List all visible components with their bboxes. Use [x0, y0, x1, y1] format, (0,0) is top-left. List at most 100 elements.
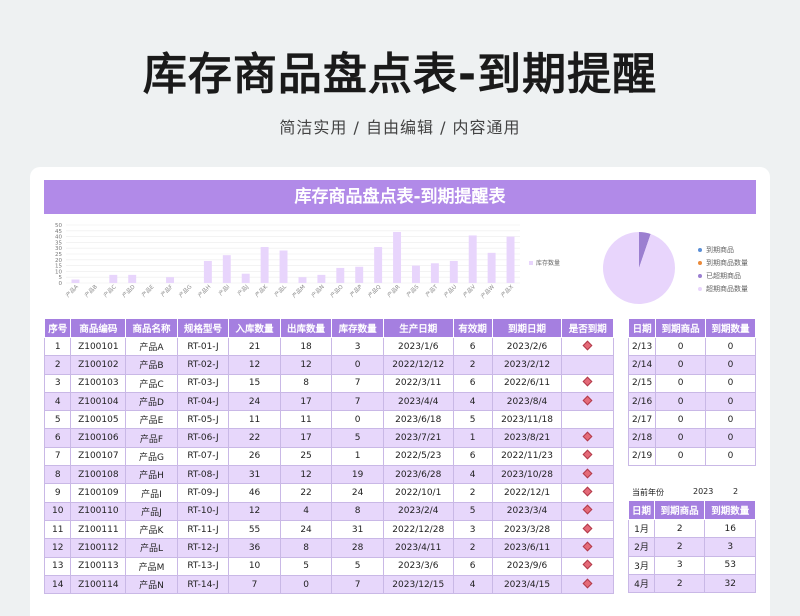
daily-cell: 2/15: [627, 373, 657, 393]
inventory-cell: 5: [43, 410, 72, 430]
inventory-cell: 产品E: [125, 410, 178, 430]
inventory-cell: 产品C: [125, 373, 178, 393]
inventory-cell: 2: [452, 538, 493, 558]
inventory-cell: 10: [43, 501, 72, 521]
inventory-cell: Z100108: [70, 465, 127, 485]
expired-flag-cell: [561, 428, 614, 448]
expiry-pie-chart: [603, 232, 675, 304]
inventory-header-9: 到期日期: [491, 318, 563, 338]
x-tick-label: 产品Q: [366, 282, 383, 299]
spreadsheet-card: 库存商品盘点表-到期提醒表 0 5 10 15 20 25 30 35 40 45 50 产品A 产品B…: [30, 167, 770, 616]
inventory-cell: 2023/4/11: [382, 538, 454, 558]
inventory-cell: 产品F: [125, 428, 178, 448]
x-tick-label: 产品C: [102, 283, 118, 299]
inventory-cell: Z100111: [70, 519, 127, 540]
inventory-cell: Z100114: [70, 574, 127, 595]
daily-header-1: 到期商品: [655, 318, 707, 338]
inventory-cell: 2022/10/1: [382, 483, 454, 503]
inventory-cell: 2: [452, 355, 493, 375]
expired-diamond-icon: [582, 395, 593, 405]
bar: [468, 235, 477, 283]
expired-flag-cell: [561, 501, 614, 521]
daily-cell: 2/19: [627, 446, 657, 467]
expired-flag-cell: [561, 483, 614, 503]
inventory-cell: 8: [43, 465, 72, 485]
bar: [241, 273, 250, 283]
inventory-cell: 12: [279, 355, 333, 375]
inventory-cell: Z100104: [70, 391, 127, 412]
inventory-cell: 3: [331, 336, 384, 357]
inventory-cell: 2023/3/28: [491, 519, 563, 540]
inventory-cell: RT-06-J: [176, 428, 230, 448]
inventory-cell: RT-14-J: [176, 574, 230, 595]
legend-label: 库存数量: [536, 259, 560, 267]
expired-diamond-icon: [582, 486, 593, 497]
inventory-row: 10 Z100110 产品J RT-10-J 12 4 8 2023/2/4 5 2023/3/4: [43, 501, 614, 521]
x-tick-label: 产品G: [177, 283, 193, 299]
inventory-cell: 1: [452, 428, 493, 448]
pie-slice: [603, 232, 675, 304]
expired-diamond-icon: [582, 431, 593, 442]
inventory-cell: 9: [43, 483, 72, 503]
bar: [128, 274, 137, 283]
expired-diamond-icon: [582, 559, 593, 570]
y-tick-label: 30: [55, 246, 62, 252]
inventory-cell: 15: [228, 373, 281, 393]
inventory-cell: 22: [228, 428, 281, 448]
y-tick-label: 20: [55, 258, 62, 264]
x-tick-label: 产品J: [236, 282, 251, 297]
inventory-cell: 7: [228, 574, 281, 595]
monthly-cell: 2: [653, 518, 706, 539]
expired-diamond-icon: [582, 449, 593, 460]
inventory-row: 4 Z100104 产品D RT-04-J 24 17 7 2023/4/4 4 2023/8/4: [43, 391, 614, 412]
inventory-cell: 2: [43, 355, 72, 375]
inventory-cell: Z100103: [70, 373, 127, 393]
inventory-cell: RT-04-J: [176, 391, 230, 412]
x-tick-label: 产品U: [442, 283, 458, 299]
inventory-cell: 5: [452, 410, 493, 430]
monthly-cell: 2: [653, 537, 706, 557]
monthly-header-1: 到期商品: [653, 500, 706, 520]
daily-cell: 2/17: [627, 410, 657, 430]
inventory-table: 序号 商品编码 商品名称 规格型号 入库数量 出库数量 库存数量 生产日期 有效期 到期日期 是否到…: [43, 318, 614, 595]
x-tick-label: 产品A: [64, 283, 80, 299]
monthly-cell: 4月: [628, 573, 655, 594]
inventory-cell: 2023/10/28: [491, 465, 563, 485]
inventory-cell: 1: [331, 446, 384, 467]
monthly-row: 3月 3 53: [628, 555, 756, 575]
daily-cell: 0: [705, 355, 756, 375]
current-year-extra: 2: [733, 487, 739, 496]
inventory-header-7: 生产日期: [382, 318, 454, 338]
inventory-cell: Z100113: [70, 556, 127, 576]
x-tick-label: 产品L: [272, 282, 288, 298]
daily-cell: 0: [655, 446, 707, 467]
inventory-cell: 2023/6/18: [382, 410, 454, 430]
expired-flag-cell: [561, 355, 614, 375]
x-tick-label: 产品N: [309, 283, 325, 299]
daily-cell: 0: [705, 336, 756, 357]
inventory-cell: 2023/4/4: [382, 391, 454, 412]
inventory-cell: 8: [279, 538, 333, 558]
x-tick-label: 产品X: [499, 283, 515, 299]
bar: [393, 231, 402, 283]
pie-legend-label: 已超期商品: [706, 271, 741, 280]
daily-row: 2/19 0 0: [627, 446, 756, 467]
x-tick-label: 产品M: [290, 283, 307, 300]
inventory-cell: 0: [279, 574, 333, 595]
inventory-cell: 4: [279, 501, 333, 521]
monthly-cell: 16: [704, 518, 756, 539]
monthly-cell: 3: [704, 537, 756, 557]
monthly-expiry-table: 日期 到期商品 到期数量 1月 2 16 2月 2 3 3月 3 53 4月 2 32: [628, 500, 756, 594]
daily-cell: 0: [655, 355, 707, 375]
current-year-label: 当前年份: [632, 488, 664, 497]
inventory-cell: 2023/1/6: [382, 336, 454, 357]
inventory-cell: 7: [43, 446, 72, 467]
inventory-cell: 产品I: [125, 483, 178, 503]
inventory-cell: Z100106: [70, 428, 127, 448]
inventory-cell: 5: [279, 556, 333, 576]
inventory-cell: Z100102: [70, 355, 127, 375]
inventory-cell: 12: [228, 355, 281, 375]
inventory-cell: RT-10-J: [176, 501, 230, 521]
inventory-row: 5 Z100105 产品E RT-05-J 11 11 0 2023/6/18 5 2023/11…: [43, 410, 614, 430]
monthly-cell: 3: [653, 555, 706, 575]
